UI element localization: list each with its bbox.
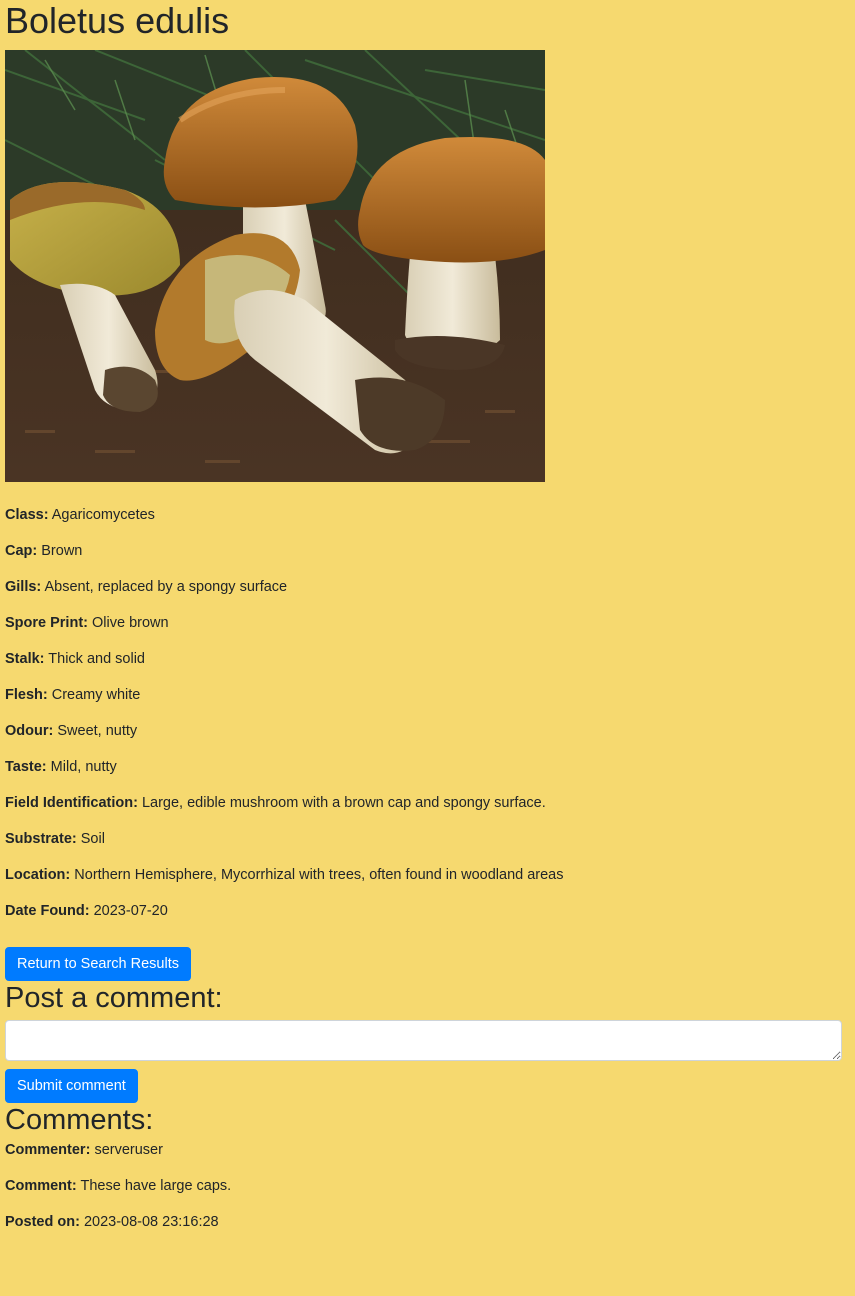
property-date-found: Date Found: 2023-07-20 — [5, 901, 842, 937]
property-label: Odour: — [5, 723, 54, 739]
property-value: Sweet, nutty — [57, 723, 138, 739]
posted-on-line: Posted on: 2023-08-08 23:16:28 — [5, 1212, 842, 1248]
property-label: Cap: — [5, 543, 38, 559]
property-value: 2023-07-20 — [93, 903, 168, 919]
comment-label: Comment: — [5, 1178, 77, 1194]
property-value: Olive brown — [92, 615, 169, 631]
mushroom-properties: Class: Agaricomycetes Cap: Brown Gills: … — [5, 505, 842, 937]
property-value: Large, edible mushroom with a brown cap … — [141, 795, 546, 811]
page-container: Boletus edulis Class: Agaricomycetes Cap… — [0, 0, 855, 1248]
comment-text: These have large caps. — [80, 1178, 232, 1194]
property-flesh: Flesh: Creamy white — [5, 685, 842, 721]
property-taste: Taste: Mild, nutty — [5, 757, 842, 793]
comment-line: Comment: These have large caps. — [5, 1176, 842, 1212]
property-cap: Cap: Brown — [5, 541, 842, 577]
property-field-identification: Field Identification: Large, edible mush… — [5, 793, 842, 829]
mushroom-photo — [5, 50, 545, 482]
commenter-label: Commenter: — [5, 1142, 91, 1158]
property-gills: Gills: Absent, replaced by a spongy surf… — [5, 577, 842, 613]
property-label: Date Found: — [5, 903, 90, 919]
property-spore-print: Spore Print: Olive brown — [5, 613, 842, 649]
property-class: Class: Agaricomycetes — [5, 505, 842, 541]
comment-input[interactable] — [5, 1020, 842, 1061]
posted-on-date: 2023-08-08 23:16:28 — [83, 1214, 219, 1230]
page-title: Boletus edulis — [5, 0, 230, 41]
comment-list: Commenter: serveruser Comment: These hav… — [5, 1140, 842, 1248]
post-comment-heading: Post a comment: — [5, 982, 223, 1014]
comment-item: Commenter: serveruser Comment: These hav… — [5, 1140, 842, 1248]
property-value: Northern Hemisphere, Mycorrhizal with tr… — [74, 867, 564, 883]
property-value: Brown — [41, 543, 83, 559]
property-value: Thick and solid — [48, 651, 145, 667]
property-value: Soil — [80, 831, 105, 847]
property-label: Location: — [5, 867, 71, 883]
comments-heading: Comments: — [5, 1104, 154, 1136]
commenter-line: Commenter: serveruser — [5, 1140, 842, 1176]
property-odour: Odour: Sweet, nutty — [5, 721, 842, 757]
property-label: Class: — [5, 507, 49, 523]
property-location: Location: Northern Hemisphere, Mycorrhiz… — [5, 865, 842, 901]
posted-on-label: Posted on: — [5, 1214, 80, 1230]
property-substrate: Substrate: Soil — [5, 829, 842, 865]
commenter-name: serveruser — [94, 1142, 163, 1158]
property-label: Gills: — [5, 579, 42, 595]
property-label: Field Identification: — [5, 795, 138, 811]
property-label: Spore Print: — [5, 615, 88, 631]
return-to-search-results-button[interactable]: Return to Search Results — [5, 947, 191, 981]
property-label: Flesh: — [5, 687, 48, 703]
property-label: Substrate: — [5, 831, 77, 847]
property-value: Absent, replaced by a spongy surface — [44, 579, 288, 595]
property-value: Agaricomycetes — [51, 507, 155, 523]
property-stalk: Stalk: Thick and solid — [5, 649, 842, 685]
property-label: Taste: — [5, 759, 47, 775]
property-label: Stalk: — [5, 651, 45, 667]
submit-comment-button[interactable]: Submit comment — [5, 1069, 138, 1103]
property-value: Mild, nutty — [50, 759, 117, 775]
property-value: Creamy white — [51, 687, 141, 703]
